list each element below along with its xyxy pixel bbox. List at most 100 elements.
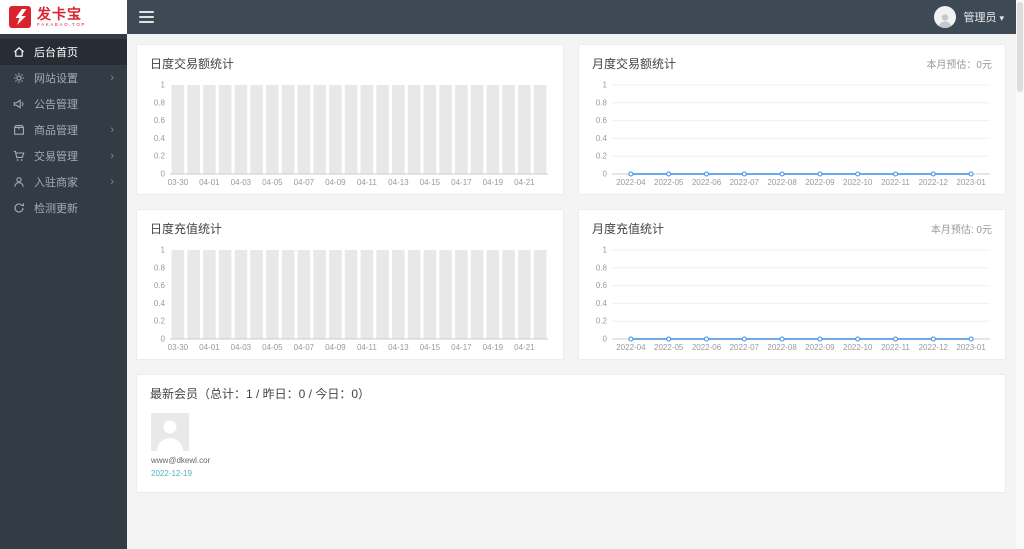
svg-text:2022-06: 2022-06 (692, 178, 722, 187)
svg-text:1: 1 (603, 81, 608, 90)
svg-text:0.2: 0.2 (154, 152, 166, 161)
svg-text:04-01: 04-01 (199, 343, 220, 352)
svg-text:04-15: 04-15 (420, 343, 441, 352)
sidebar: 发卡宝 FAKABAO.TOP 后台首页 网站设置 › 公告管理 商品管理 › … (0, 0, 127, 549)
sidebar-item-check-update[interactable]: 检测更新 (0, 195, 127, 221)
svg-text:1: 1 (603, 246, 608, 255)
sidebar-item-merchants[interactable]: 入驻商家 › (0, 169, 127, 195)
monthly-recharge-chart: 0 0.2 0.4 0.6 0.8 1 2022-04 2022-05 2022-06 2022-… (582, 242, 1002, 356)
card-title: 月度充值统计 (592, 222, 665, 236)
sidebar-item-label: 后台首页 (34, 47, 78, 59)
svg-text:2022-04: 2022-04 (616, 178, 646, 187)
svg-text:0.4: 0.4 (596, 134, 608, 143)
svg-text:2022-11: 2022-11 (881, 343, 910, 352)
daily-trade-chart: 0 0.2 0.4 0.6 0.8 1 03-30 04-01 04-03 04-05 04-07 0… (140, 77, 560, 191)
sidebar-item-announcements[interactable]: 公告管理 (0, 91, 127, 117)
monthly-trade-chart: 0 0.2 0.4 0.6 0.8 1 2022-04 2022-05 2022-06 2022-… (582, 77, 1002, 191)
svg-text:04-11: 04-11 (357, 343, 377, 352)
svg-text:04-07: 04-07 (294, 343, 315, 352)
svg-text:04-09: 04-09 (325, 343, 346, 352)
card-title: 日度交易额统计 (150, 57, 235, 71)
svg-text:0.8: 0.8 (596, 263, 608, 272)
chevron-right-icon: › (110, 72, 114, 84)
svg-text:2022-08: 2022-08 (767, 343, 797, 352)
avatar-person-icon (938, 14, 952, 28)
svg-text:0.8: 0.8 (154, 263, 166, 272)
svg-text:03-30: 03-30 (168, 178, 189, 187)
svg-text:04-17: 04-17 (451, 343, 472, 352)
svg-text:0.8: 0.8 (596, 98, 608, 107)
sidebar-item-label: 交易管理 (34, 151, 78, 163)
chevron-right-icon: › (110, 176, 114, 188)
sidebar-item-label: 网站设置 (34, 73, 78, 85)
svg-text:0: 0 (161, 335, 166, 344)
sidebar-item-site-settings[interactable]: 网站设置 › (0, 65, 127, 91)
svg-text:2022-08: 2022-08 (767, 178, 797, 187)
svg-text:0.2: 0.2 (596, 317, 608, 326)
sidebar-toggle-button[interactable] (139, 11, 154, 23)
member-avatar (151, 413, 189, 451)
user-menu[interactable]: 管理员 ▾ (934, 6, 1004, 28)
brand-name: 发卡宝 (37, 5, 82, 22)
svg-text:2022-07: 2022-07 (730, 343, 760, 352)
svg-text:04-15: 04-15 (420, 178, 441, 187)
member-email: www@dkewl.cor (151, 456, 211, 465)
sidebar-item-dashboard[interactable]: 后台首页 (0, 39, 127, 65)
svg-text:0: 0 (161, 170, 166, 179)
svg-text:2022-10: 2022-10 (843, 178, 873, 187)
sidebar-item-label: 公告管理 (34, 99, 78, 111)
caret-down-icon: ▾ (999, 13, 1004, 23)
members-title: 最新会员（总计：1 / 昨日：0 / 今日：0） (150, 387, 371, 401)
scrollbar-thumb[interactable] (1017, 2, 1023, 92)
svg-text:04-01: 04-01 (199, 178, 220, 187)
topbar: 管理员 ▾ (127, 0, 1016, 34)
svg-text:2022-05: 2022-05 (654, 343, 684, 352)
user-name: 管理员 ▾ (963, 12, 1004, 24)
svg-text:04-19: 04-19 (483, 343, 504, 352)
svg-text:04-05: 04-05 (262, 178, 283, 187)
svg-text:0.2: 0.2 (154, 317, 166, 326)
home-icon (14, 46, 24, 57)
sidebar-nav: 后台首页 网站设置 › 公告管理 商品管理 › 交易管理 › 入驻商家 › 检测… (0, 34, 127, 221)
svg-text:04-03: 04-03 (231, 178, 252, 187)
svg-text:2023-01: 2023-01 (956, 343, 986, 352)
svg-text:04-05: 04-05 (262, 343, 283, 352)
card-daily-trade: 日度交易额统计 0 0.2 0.4 0.6 0.8 1 03-30 04-01 04-03 04-… (136, 44, 564, 195)
svg-text:0.4: 0.4 (596, 299, 608, 308)
card-monthly-trade: 月度交易额统计 本月预估：0元 0 0.2 0.4 0.6 0.8 1 2022-04 202… (578, 44, 1006, 195)
svg-text:04-13: 04-13 (388, 178, 409, 187)
svg-text:04-21: 04-21 (514, 178, 535, 187)
announcement-icon (13, 99, 24, 109)
gear-icon (14, 73, 24, 83)
update-icon (14, 203, 24, 213)
svg-text:0.6: 0.6 (596, 116, 608, 125)
svg-text:0.6: 0.6 (596, 281, 608, 290)
card-latest-members: 最新会员（总计：1 / 昨日：0 / 今日：0） www@dkewl.cor 2… (136, 374, 1006, 493)
svg-text:2022-12: 2022-12 (919, 178, 949, 187)
svg-text:2022-09: 2022-09 (805, 178, 835, 187)
sidebar-item-label: 入驻商家 (34, 177, 78, 189)
monthly-estimate: 本月预估：0元 (926, 60, 992, 71)
svg-text:04-09: 04-09 (325, 178, 346, 187)
svg-text:0.6: 0.6 (154, 281, 166, 290)
sidebar-item-transactions[interactable]: 交易管理 › (0, 143, 127, 169)
sidebar-item-label: 检测更新 (34, 203, 78, 215)
member-item: www@dkewl.cor 2022-12-19 (137, 407, 227, 478)
sidebar-item-products[interactable]: 商品管理 › (0, 117, 127, 143)
product-icon (14, 125, 24, 135)
svg-text:04-17: 04-17 (451, 178, 472, 187)
svg-text:0: 0 (603, 170, 608, 179)
svg-text:0.4: 0.4 (154, 134, 166, 143)
avatar-person-icon (151, 413, 189, 451)
svg-text:2023-01: 2023-01 (956, 178, 986, 187)
main-content: 日度交易额统计 0 0.2 0.4 0.6 0.8 1 03-30 04-01 04-03 04-… (127, 34, 1016, 549)
svg-text:0: 0 (603, 335, 608, 344)
brand-logo[interactable]: 发卡宝 FAKABAO.TOP (0, 0, 127, 34)
card-title: 日度充值统计 (150, 222, 223, 236)
svg-text:04-21: 04-21 (514, 343, 535, 352)
brand-subtitle: FAKABAO.TOP (37, 21, 87, 27)
card-monthly-recharge: 月度充值统计 本月预估: 0元 0 0.2 0.4 0.6 0.8 1 2022-04 202… (578, 209, 1006, 360)
cart-icon (13, 150, 25, 161)
scrollbar[interactable] (1016, 0, 1024, 549)
svg-text:04-13: 04-13 (388, 343, 409, 352)
